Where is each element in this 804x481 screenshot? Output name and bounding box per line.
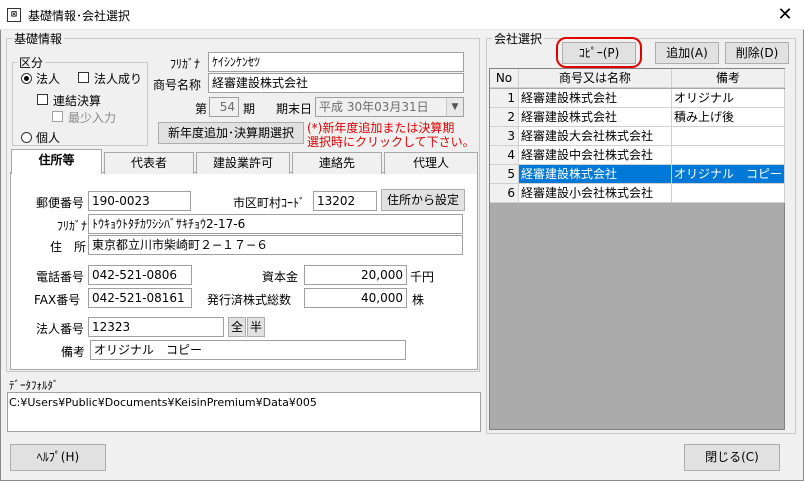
address-label: 住 所 (50, 240, 87, 254)
close-icon[interactable]: ✕ (770, 2, 800, 28)
corp-no-input[interactable]: 12323 (88, 317, 224, 337)
table-row[interactable]: 5 経審建設株式会社 オリジナル コピー (490, 165, 785, 184)
company-grid-header: No 商号又は名称 備考 (490, 69, 785, 89)
postal-label: 郵便番号 (36, 196, 85, 210)
row-note (672, 146, 785, 165)
tab-representative[interactable]: 代表者 (104, 152, 194, 174)
new-year-note-2: 選択時にクリックして下さい。 (307, 135, 475, 149)
han-button[interactable]: 半 (247, 317, 265, 337)
row-name: 経審建設中会社株式会社 (519, 146, 672, 165)
ki-label: 期 (243, 102, 256, 116)
data-folder-path: C:¥Users¥Public¥Documents¥KeisinPremium¥… (9, 396, 317, 409)
row-note: オリジナル (672, 89, 785, 108)
phone-label: 電話番号 (36, 270, 85, 284)
row-no: 6 (490, 184, 519, 203)
fax-label: FAX番号 (34, 293, 81, 307)
kojin-radio[interactable] (21, 132, 32, 143)
row-no: 5 (490, 165, 519, 184)
addr-furigana-label: ﾌﾘｶﾞﾅ (57, 219, 88, 233)
row-no: 2 (490, 108, 519, 127)
row-name: 経審建設小会社株式会社 (519, 184, 672, 203)
table-row[interactable]: 3 経審建設大会社株式会社 (490, 127, 785, 146)
city-code-label: 市区町村ｺｰﾄﾞ (233, 196, 306, 210)
table-row[interactable]: 6 経審建設小会社株式会社 (490, 184, 785, 203)
table-row[interactable]: 1 経審建設株式会社 オリジナル (490, 89, 785, 108)
furigana-input[interactable]: ｹｲｼﾝｹﾝｾﾂ (208, 52, 464, 72)
from-address-button[interactable]: 住所から設定 (381, 189, 465, 211)
tab-agent[interactable]: 代理人 (384, 152, 478, 174)
data-folder-label: ﾃﾞｰﾀﾌｫﾙﾀﾞ (9, 379, 59, 392)
basic-info-label: 基礎情報 (12, 30, 65, 47)
header-note: 備考 (672, 69, 785, 88)
row-note: 積み上げ後 (672, 108, 785, 127)
furigana-label: ﾌﾘｶﾞﾅ (170, 57, 201, 71)
capital-label: 資本金 (262, 270, 299, 284)
copy-highlight-ring (556, 37, 642, 68)
row-name: 経審建設株式会社 (519, 89, 672, 108)
saisho-label: 最少入力 (68, 111, 117, 125)
tab-construction-permit[interactable]: 建設業許可 (196, 152, 290, 174)
shogo-label: 商号名称 (153, 78, 202, 92)
shares-label: 発行済株式総数 (207, 293, 292, 307)
new-year-button[interactable]: 新年度追加･決算期選択 (158, 122, 304, 144)
shogo-input[interactable]: 経審建設株式会社 (208, 73, 464, 93)
table-row[interactable]: 2 経審建設株式会社 積み上げ後 (490, 108, 785, 127)
tab-address[interactable]: 住所等 (11, 149, 102, 174)
kimatsu-select[interactable]: 平成 30年03月31日 (315, 97, 464, 117)
delete-button[interactable]: 削除(D) (725, 42, 789, 64)
shares-input[interactable]: 40,000 (304, 288, 407, 308)
hojin-radio-label: 法人 (36, 72, 61, 86)
row-note: オリジナル コピー (672, 165, 785, 184)
kojin-label: 個人 (36, 131, 61, 145)
hojin-nari-checkbox[interactable] (78, 72, 89, 83)
add-button[interactable]: 追加(A) (655, 42, 719, 64)
window-title: 基礎情報･会社選択 (28, 9, 131, 23)
dai-label: 第 (195, 102, 208, 116)
fax-input[interactable]: 042-521-08161 (88, 288, 192, 308)
postal-input[interactable]: 190-0023 (88, 191, 191, 211)
saisho-checkbox[interactable] (52, 111, 63, 122)
kimatsu-label: 期末日 (276, 102, 313, 116)
header-no: No (490, 69, 519, 88)
renketsu-label: 連結決算 (53, 94, 102, 108)
kubun-label: 区分 (17, 54, 46, 71)
biko-label: 備考 (61, 345, 86, 359)
corp-no-label: 法人番号 (36, 322, 85, 336)
renketsu-checkbox[interactable] (37, 94, 48, 105)
biko-input[interactable]: オリジナル コピー (90, 340, 406, 360)
zen-button[interactable]: 全 (228, 317, 246, 337)
shares-unit: 株 (412, 293, 425, 307)
row-note (672, 127, 785, 146)
row-no: 1 (490, 89, 519, 108)
phone-input[interactable]: 042-521-0806 (88, 265, 192, 285)
window-icon: ⊠ (7, 8, 21, 22)
row-name: 経審建設大会社株式会社 (519, 127, 672, 146)
row-name: 経審建設株式会社 (519, 165, 672, 184)
capital-unit: 千円 (410, 270, 435, 284)
city-code-input[interactable]: 13202 (313, 191, 377, 211)
hojin-radio[interactable] (21, 73, 32, 84)
capital-input[interactable]: 20,000 (304, 265, 407, 285)
close-button[interactable]: 閉じる(C) (684, 444, 780, 471)
hojin-nari-label: 法人成り (94, 72, 143, 86)
chevron-down-icon[interactable]: ▼ (446, 98, 463, 116)
addr-furigana-input[interactable]: ﾄｳｷｮｳﾄﾀﾁｶﾜｼｼﾊﾞｻｷﾁｮｳ2-17-6 (88, 214, 463, 234)
header-name: 商号又は名称 (519, 69, 672, 88)
row-note (672, 184, 785, 203)
address-input[interactable]: 東京都立川市柴崎町２−１７−６ (88, 235, 463, 255)
row-no: 4 (490, 146, 519, 165)
ki-input[interactable]: 54 (209, 97, 239, 117)
table-row[interactable]: 4 経審建設中会社株式会社 (490, 146, 785, 165)
row-no: 3 (490, 127, 519, 146)
help-button[interactable]: ﾍﾙﾌﾟ(H) (10, 444, 106, 471)
tab-contact[interactable]: 連絡先 (292, 152, 382, 174)
row-name: 経審建設株式会社 (519, 108, 672, 127)
company-select-label: 会社選択 (492, 30, 545, 47)
